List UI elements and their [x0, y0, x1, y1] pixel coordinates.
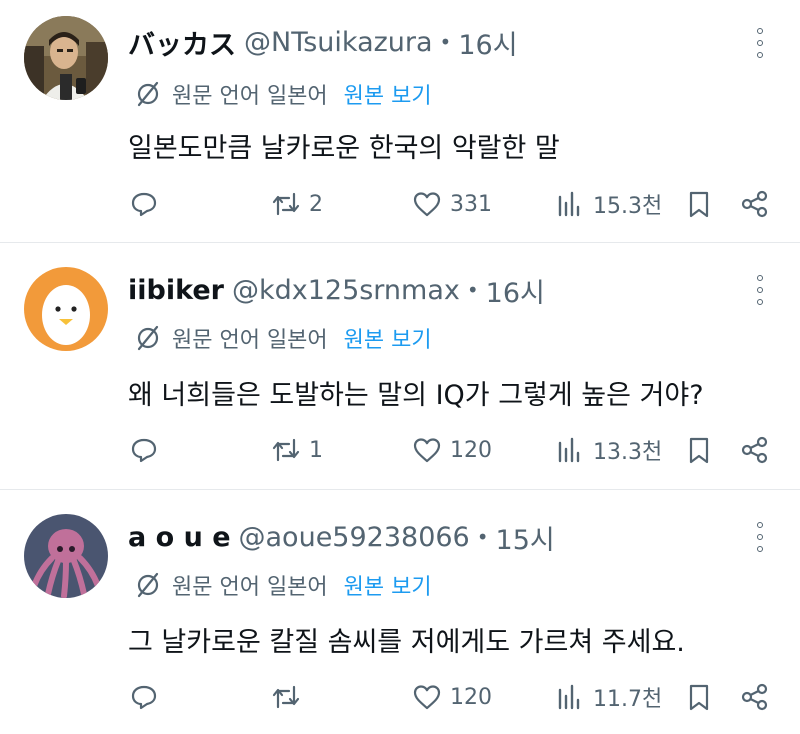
share-button[interactable]	[740, 184, 770, 224]
separator-dot: •	[466, 278, 479, 302]
egg-character-icon	[24, 267, 108, 351]
translate-icon	[137, 81, 159, 107]
translate-icon	[137, 325, 159, 351]
like-count: 120	[450, 684, 492, 710]
more-options-icon[interactable]	[750, 522, 770, 552]
views-button[interactable]: 15.3천	[555, 184, 662, 224]
reply-icon	[131, 438, 157, 463]
translation-notice: 원문 언어 일본어 원본 보기	[134, 568, 432, 602]
action-bar: 120 11.7천	[0, 677, 800, 717]
share-button[interactable]	[740, 677, 770, 717]
repost-button[interactable]	[271, 677, 309, 717]
more-options-icon[interactable]	[750, 28, 770, 58]
bookmark-button[interactable]	[684, 677, 714, 717]
repost-count: 2	[309, 191, 323, 217]
post[interactable]: バッカス @NTsuikazura • 16시 원문 언어 일본어 원본 보기 …	[0, 0, 800, 242]
post-header: a o u e @aoue59238066 • 15시	[128, 515, 555, 559]
repost-button[interactable]: 2	[271, 184, 323, 224]
heart-icon	[413, 685, 441, 710]
heart-icon	[413, 438, 441, 463]
like-button[interactable]: 120	[412, 430, 492, 470]
post-header: バッカス @NTsuikazura • 16시	[128, 20, 518, 64]
views-button[interactable]: 11.7천	[555, 677, 662, 717]
separator-dot: •	[476, 525, 489, 549]
post-text: 일본도만큼 날카로운 한국의 악랄한 말	[128, 133, 560, 164]
bookmark-icon	[689, 684, 709, 711]
display-name[interactable]: iibiker	[128, 275, 224, 306]
user-handle[interactable]: @NTsuikazura	[244, 27, 433, 58]
view-original-link[interactable]: 원본 보기	[344, 569, 432, 601]
original-language-label: 원문 언어 일본어	[172, 84, 328, 109]
more-options-icon[interactable]	[750, 275, 770, 305]
views-chart-icon	[558, 684, 580, 710]
like-button[interactable]: 331	[412, 184, 492, 224]
repost-count: 1	[309, 437, 323, 463]
like-button[interactable]: 120	[412, 677, 492, 717]
view-count: 15.3천	[593, 194, 663, 219]
share-button[interactable]	[740, 430, 770, 470]
bookmark-button[interactable]	[684, 430, 714, 470]
avatar[interactable]	[24, 16, 108, 100]
reply-icon	[131, 685, 157, 710]
bookmark-button[interactable]	[684, 184, 714, 224]
post-time[interactable]: 16시	[458, 23, 517, 62]
original-language-label: 원문 언어 일본어	[172, 328, 328, 353]
avatar[interactable]	[24, 514, 108, 598]
translation-notice: 원문 언어 일본어 원본 보기	[134, 77, 432, 111]
reply-button[interactable]	[129, 184, 167, 224]
like-count: 120	[450, 437, 492, 463]
bookmark-icon	[689, 437, 709, 464]
view-original-link[interactable]: 원본 보기	[344, 322, 432, 354]
translation-notice: 원문 언어 일본어 원본 보기	[134, 321, 432, 355]
display-name[interactable]: a o u e	[128, 522, 231, 553]
repost-button[interactable]: 1	[271, 430, 323, 470]
share-icon	[741, 683, 768, 711]
share-icon	[741, 190, 768, 218]
display-name[interactable]: バッカス	[128, 23, 236, 62]
original-language-label: 원문 언어 일본어	[172, 575, 328, 600]
user-handle[interactable]: @kdx125srnmax	[232, 275, 460, 306]
bookmark-icon	[689, 191, 709, 218]
photo-man-icon	[24, 16, 108, 100]
post-time[interactable]: 16시	[486, 271, 545, 310]
views-chart-icon	[558, 191, 580, 217]
view-count: 11.7천	[593, 687, 663, 712]
action-bar: 2 331 15.3천	[0, 184, 800, 224]
post[interactable]: iibiker @kdx125srnmax • 16시 원문 언어 일본어 원본…	[0, 243, 800, 488]
post-text: 왜 너희들은 도발하는 말의 IQ가 그렇게 높은 거야?	[128, 380, 704, 411]
post-text: 그 날카로운 칼질 솜씨를 저에게도 가르쳐 주세요.	[128, 627, 685, 658]
view-count: 13.3천	[593, 440, 663, 465]
repost-icon	[272, 192, 300, 216]
reply-button[interactable]	[129, 677, 167, 717]
views-button[interactable]: 13.3천	[555, 430, 662, 470]
user-handle[interactable]: @aoue59238066	[239, 522, 470, 553]
translate-icon	[137, 572, 159, 598]
heart-icon	[413, 192, 441, 217]
post-header: iibiker @kdx125srnmax • 16시	[128, 268, 545, 312]
post[interactable]: a o u e @aoue59238066 • 15시 원문 언어 일본어 원본…	[0, 490, 800, 734]
like-count: 331	[450, 191, 492, 217]
share-icon	[741, 436, 768, 464]
view-original-link[interactable]: 원본 보기	[344, 78, 432, 110]
repost-icon	[272, 685, 300, 709]
action-bar: 1 120 13.3천	[0, 430, 800, 470]
reply-feed: バッカス @NTsuikazura • 16시 원문 언어 일본어 원본 보기 …	[0, 0, 800, 734]
repost-icon	[272, 438, 300, 462]
separator-dot: •	[439, 30, 452, 54]
octopus-icon	[24, 514, 108, 598]
post-time[interactable]: 15시	[496, 518, 555, 557]
reply-icon	[131, 192, 157, 217]
views-chart-icon	[558, 437, 580, 463]
reply-button[interactable]	[129, 430, 167, 470]
avatar[interactable]	[24, 267, 108, 351]
